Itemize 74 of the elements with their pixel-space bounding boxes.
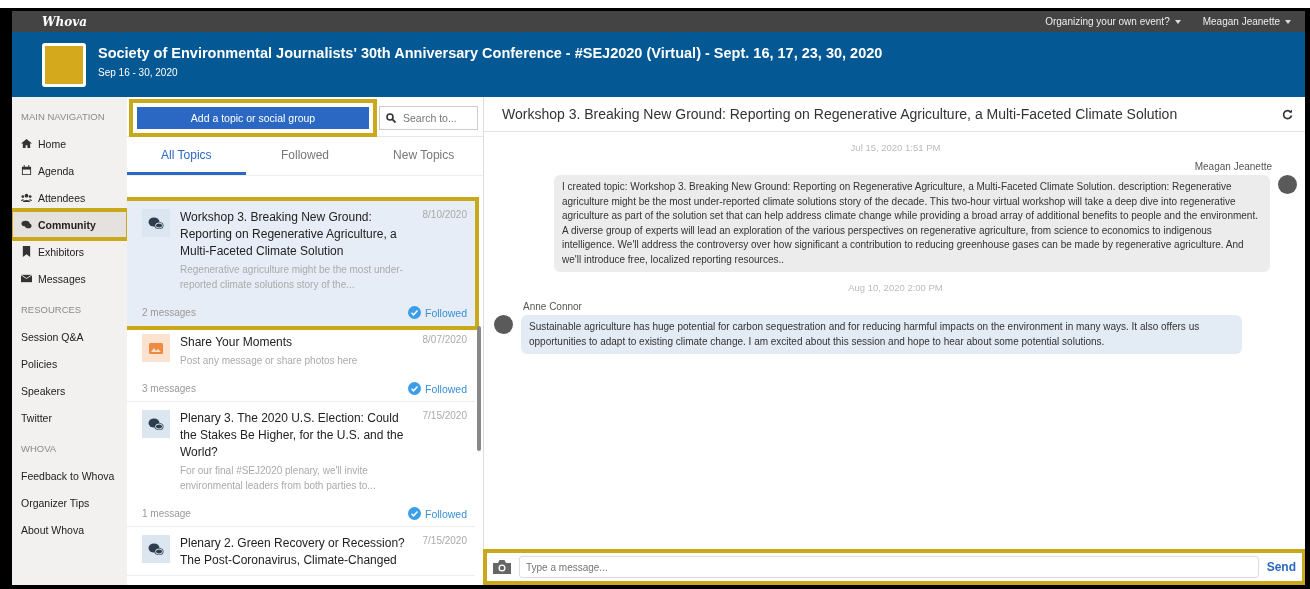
topic-preview: Regenerative agriculture might be the most under-reported climate solutions story of the...	[180, 263, 404, 292]
topic-preview: Post any message or share photos here	[180, 354, 359, 368]
nav-item[interactable]: Community	[12, 211, 127, 238]
topic-tab[interactable]: New Topics	[364, 137, 483, 175]
refresh-icon[interactable]	[1282, 108, 1293, 120]
nav-item[interactable]: Exhibitors	[12, 238, 127, 265]
chat-bubbles-icon	[148, 216, 164, 230]
search-input[interactable]: Search to...	[401, 111, 471, 125]
message-bubble: I created topic: Workshop 3. Breaking New Ground: Reporting on Regenerative Agriculture, a Multi-Faceted Climate Solution. description: Regenerative agriculture might be the most under-reported climate solutions story of the decade. This two-hour virtual workshop will take a deep dive into regenerative agriculture as part of the solution set that can help address climate change while providing a broad array of additional benefits to people and the environment. A diverse group of experts will lead an exploration of the various perspectives on regenerative agriculture, from science to economics to indigenous intelligence. We'll address the controversy over how significant a contribution to reducing greenhouse gases can be made by regenerative agriculture. And we'll introduce free, localized reporting resources..	[554, 175, 1270, 272]
people-icon	[21, 192, 32, 203]
search-field[interactable]: Search to...	[379, 106, 478, 130]
followed-label: Followed	[424, 507, 467, 520]
nav-item[interactable]: Feedback to Whova	[12, 462, 127, 489]
nav-item[interactable]: Session Q&A	[12, 323, 127, 350]
topic-title: Plenary 3. The 2020 U.S. Election: Could the Stakes Be Higher, for the U.S. and the World?	[180, 410, 405, 461]
message-bubble: Sustainable agriculture has huge potential for carbon sequestration and for reducing harmful impacts on the environment in many ways. It also offers us opportunities to adapt to existing climate change. I am excited about this session and hope to hear about some potential solutions.	[521, 315, 1242, 354]
message-count: 2 messages	[142, 307, 196, 318]
add-topic-button[interactable]: Add a topic or social group	[137, 107, 369, 129]
top-menu[interactable]: Organizing your own event?	[1045, 16, 1181, 27]
search-icon	[386, 113, 396, 123]
avatar	[494, 315, 513, 334]
message-author: Meagan Jeanette	[1194, 161, 1272, 172]
chat-bubbles-icon	[148, 542, 164, 556]
nav-item[interactable]: Attendees	[12, 184, 127, 211]
avatar	[1278, 175, 1297, 194]
event-dates: Sep 16 - 30, 2020	[98, 67, 179, 78]
home-icon	[21, 138, 32, 149]
message-author: Anne Connor	[523, 301, 583, 312]
topic-date: 8/07/2020	[422, 334, 467, 347]
event-logo	[42, 42, 86, 87]
nav-item[interactable]: Messages	[12, 265, 127, 292]
topic-item[interactable]: Plenary 2. Green Recovery or Recession? The Post-Coronavirus, Climate-Changed 7/15/2020	[127, 527, 475, 576]
message-date: Jul 15, 2020 1:51 PM	[850, 142, 941, 153]
scrollbar[interactable]	[477, 326, 481, 451]
topic-heading: Workshop 3. Breaking New Ground: Reporting on Regenerative Agriculture, a Multi-Faceted Climate Solution	[502, 106, 1178, 122]
topic-date: 7/15/2020	[422, 535, 467, 548]
top-menu[interactable]: Meagan Jeanette	[1202, 16, 1291, 27]
image-icon	[149, 342, 163, 354]
send-button[interactable]: Send	[1266, 560, 1296, 574]
section-heading: MAIN NAVIGATION	[20, 111, 106, 122]
nav-item[interactable]: About Whova	[12, 516, 127, 543]
nav-item[interactable]: Policies	[12, 350, 127, 377]
calendar-icon	[21, 165, 32, 176]
followed-label: Followed	[424, 306, 467, 319]
topic-preview: For our final #SEJ2020 plenary, we'll invite environmental leaders from both parties to...	[180, 464, 377, 493]
bookmark-icon	[21, 246, 32, 257]
camera-icon[interactable]	[493, 560, 511, 574]
message-count: 3 messages	[142, 383, 196, 394]
caret-icon	[1285, 19, 1291, 24]
nav-item[interactable]: Agenda	[12, 157, 127, 184]
message-field[interactable]: Type a message...	[519, 556, 1259, 578]
topic-date: 8/10/2020	[422, 209, 467, 222]
app-logo[interactable]: Whova	[42, 14, 87, 29]
topic-item[interactable]: Share Your Moments Post any message or share photos here 8/07/2020 3 messages Followed	[127, 326, 475, 402]
event-title: Society of Environmental Journalists' 30th Anniversary Conference - #SEJ2020 (Virtual) - Sept. 16, 17, 23, 30, 2020	[98, 45, 883, 61]
chat-bubbles-icon	[21, 219, 32, 230]
topic-title: Plenary 2. Green Recovery or Recession? The Post-Coronavirus, Climate-Changed	[180, 535, 406, 569]
followed-label: Followed	[424, 382, 467, 395]
envelope-icon	[21, 273, 32, 284]
nav-item[interactable]: Home	[12, 130, 127, 157]
topic-date: 7/15/2020	[422, 410, 467, 423]
message-count: 1 message	[142, 508, 191, 519]
topic-title: Share Your Moments	[180, 334, 294, 351]
topic-tab[interactable]: Followed	[245, 137, 365, 175]
chat-bubbles-icon	[148, 417, 164, 431]
topic-tab[interactable]: All Topics	[127, 137, 246, 175]
nav-item[interactable]: Twitter	[12, 404, 127, 431]
caret-icon	[1174, 19, 1181, 24]
section-heading: WHOVA	[20, 443, 58, 454]
nav-item[interactable]: Organizer Tips	[12, 489, 127, 516]
topic-title: Workshop 3. Breaking New Ground: Reporting on Regenerative Agriculture, a Multi-Faceted Climate Solution	[180, 209, 398, 260]
message-date: Aug 10, 2020 2:00 PM	[848, 282, 943, 293]
nav-item[interactable]: Speakers	[12, 377, 127, 404]
section-heading: RESOURCES	[20, 304, 83, 315]
